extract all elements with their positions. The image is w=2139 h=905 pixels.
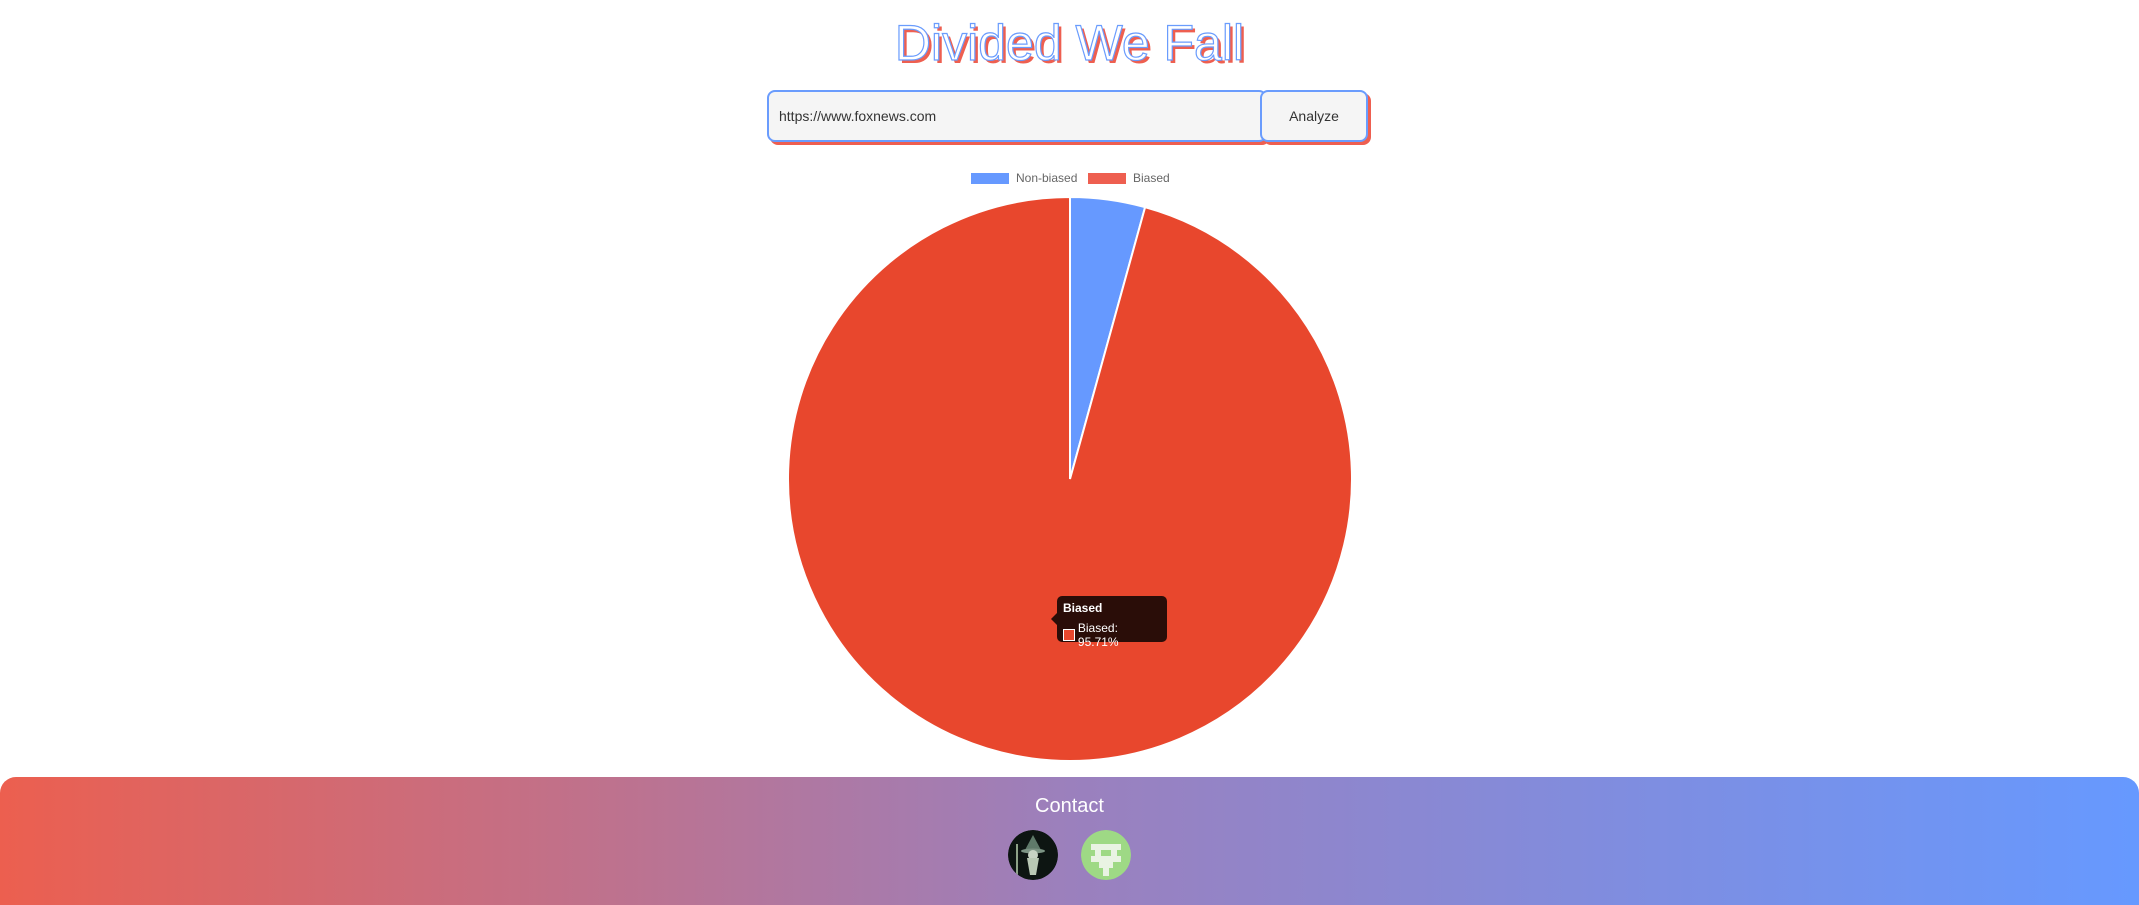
footer-title: Contact (1035, 795, 1104, 817)
tooltip-label: Biased: 95.71% (1077, 621, 1119, 649)
pixel-face-avatar-icon[interactable] (1081, 830, 1131, 880)
tooltip-title: Biased (1063, 601, 1103, 615)
chart-tooltip: Biased Biased: 95.71% (1051, 596, 1167, 649)
pie-slice-biased[interactable] (787, 195, 1353, 762)
pie-chart (787, 195, 1353, 762)
wizard-avatar-icon[interactable] (1008, 830, 1058, 880)
tooltip-row: Biased: 95.71% (1063, 621, 1161, 649)
tooltip-swatch (1063, 629, 1075, 641)
footer: Contact (0, 777, 2139, 905)
